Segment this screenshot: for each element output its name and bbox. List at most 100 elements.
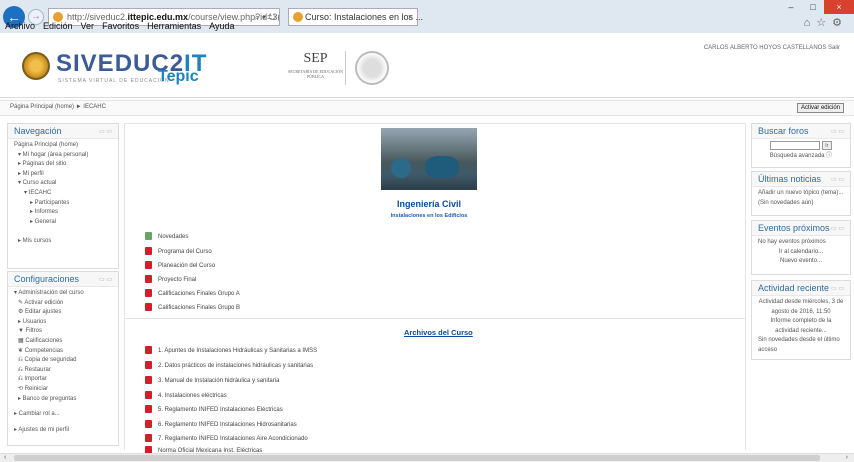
- scroll-left-icon[interactable]: ‹: [4, 454, 6, 461]
- resource-label: Calificaciones Finales Grupo B: [158, 305, 241, 311]
- no-events-text: No hay eventos próximos: [758, 239, 826, 245]
- siveduc-logo-icon[interactable]: [22, 52, 50, 80]
- no-news-text: (Sin novedades aún): [758, 199, 814, 206]
- user-info[interactable]: CARLOS ALBERTO HOYOS CASTELLANOS Salir: [704, 45, 840, 51]
- nav-item[interactable]: [14, 227, 112, 237]
- settings-item[interactable]: ❦ Competencias: [14, 347, 112, 357]
- resource-label: 3. Manual de Instalación hidráulica y sa…: [158, 378, 280, 384]
- resource-label: Calificaciones Finales Grupo A: [158, 291, 240, 297]
- course-resource[interactable]: Calificaciones Finales Grupo B: [145, 303, 240, 313]
- course-resource[interactable]: Programa del Curso: [145, 247, 212, 257]
- forum-search-input[interactable]: [770, 141, 821, 150]
- block-controls-icon[interactable]: ▭ ▭: [831, 224, 844, 235]
- calendar-link[interactable]: Ir al calendario...: [758, 248, 844, 258]
- course-image: [381, 128, 477, 190]
- archive-resource[interactable]: 6. Reglamento INIFED Instalaciones Hidro…: [145, 420, 297, 430]
- block-controls-icon[interactable]: ▭ ▭: [99, 275, 112, 286]
- pdf-icon: [145, 275, 152, 284]
- archive-resource[interactable]: 2. Datos prácticos de instalaciones hidr…: [145, 361, 313, 371]
- menu-herramientas[interactable]: Herramientas: [147, 20, 201, 33]
- resource-label: Proyecto Final: [158, 277, 197, 283]
- archive-resource[interactable]: 1. Apuntes de Instalaciones Hidráulicas …: [145, 346, 317, 356]
- settings-item[interactable]: ▾ Administración del curso: [14, 289, 112, 299]
- events-block: Eventos próximos ▭ ▭ No hay eventos próxi…: [751, 220, 851, 275]
- nav-item[interactable]: ▾ Curso actual: [14, 179, 112, 189]
- settings-item[interactable]: ▼ Filtros: [14, 327, 112, 337]
- nav-item[interactable]: ▸ Mis cursos: [14, 237, 112, 247]
- forum-search-button[interactable]: Ir: [821, 141, 832, 150]
- nav-item[interactable]: ▸ General: [14, 218, 112, 228]
- activate-edit-button[interactable]: Activar edición: [796, 103, 844, 113]
- nav-item[interactable]: ▸ Páginas del sitio: [14, 160, 112, 170]
- course-resource[interactable]: Proyecto Final: [145, 275, 196, 285]
- horizontal-scrollbar[interactable]: ‹ ›: [0, 453, 854, 462]
- minimize-button[interactable]: –: [780, 0, 802, 14]
- settings-item[interactable]: ▦ Calificaciones: [14, 337, 112, 347]
- maximize-button[interactable]: □: [802, 0, 824, 14]
- close-window-button[interactable]: ×: [824, 0, 854, 14]
- settings-item[interactable]: ⟲ Reiniciar: [14, 385, 112, 395]
- resource-label: 5. Reglamento INIFED Instalaciones Eléct…: [158, 407, 283, 413]
- search-forums-block: Buscar foros ▭ ▭ Ir Búsqueda avanzada ⓘ: [751, 123, 851, 168]
- archive-title[interactable]: Archivos del Curso: [404, 328, 473, 337]
- menu-ver[interactable]: Ver: [81, 20, 95, 33]
- settings-item[interactable]: ✎ Activar edición: [14, 299, 112, 309]
- events-title: Eventos próximos ▭ ▭: [752, 221, 850, 236]
- nav-item[interactable]: ▸ Participantes: [14, 199, 112, 209]
- full-report-link[interactable]: Informe completo de la actividad recient…: [758, 317, 844, 336]
- pdf-icon: [145, 391, 152, 400]
- archive-resource[interactable]: 5. Reglamento INIFED Instalaciones Eléct…: [145, 405, 283, 415]
- course-resource[interactable]: Planeación del Curso: [145, 261, 215, 271]
- news-title: Últimas noticias ▭ ▭: [752, 172, 850, 187]
- settings-bottom-item[interactable]: ▸ Cambiar rol a...: [14, 410, 112, 420]
- news-block: Últimas noticias ▭ ▭ Añadir un nuevo tópi…: [751, 171, 851, 216]
- course-resource[interactable]: Novedades: [145, 232, 188, 242]
- sep-logo: SEP SECRETARÍA DE EDUCACIÓN PÚBLICA: [286, 51, 346, 85]
- nav-item[interactable]: ▾ Mi hogar (área personal): [14, 151, 112, 161]
- nav-item[interactable]: ▸ Mi perfil: [14, 170, 112, 180]
- pdf-icon: [145, 346, 152, 355]
- nav-item[interactable]: ▸ Informes: [14, 208, 112, 218]
- block-controls-icon[interactable]: ▭ ▭: [99, 127, 112, 138]
- menu-ayuda[interactable]: Ayuda: [209, 20, 234, 33]
- settings-item[interactable]: ⚙ Editar ajustes: [14, 308, 112, 318]
- navigation-block: Navegación ▭ ▭ Página Principal (home) ▾ M…: [7, 123, 119, 269]
- archive-resource[interactable]: 4. Instalaciones eléctricas: [145, 391, 227, 401]
- scroll-thumb[interactable]: [14, 455, 820, 461]
- add-topic-link[interactable]: Añadir un nuevo tópico (tema)...: [758, 189, 844, 199]
- nav-item[interactable]: Página Principal (home): [14, 141, 112, 151]
- settings-bottom-item[interactable]: ▸ Ajustes de mi perfil: [14, 426, 112, 436]
- block-controls-icon[interactable]: ▭ ▭: [831, 175, 844, 186]
- course-subtitle: Instalaciones en los Edificios: [390, 213, 468, 219]
- activity-since-text: Actividad desde miércoles, 3 de agosto d…: [758, 299, 844, 315]
- scroll-right-icon[interactable]: ›: [846, 454, 848, 461]
- window-controls: – □ ×: [780, 0, 854, 14]
- settings-item[interactable]: ⎌ Restaurar: [14, 366, 112, 376]
- browser-tools-icons[interactable]: ⌂☆⚙: [804, 16, 848, 29]
- breadcrumb[interactable]: Página Principal (home) ► IECAHC: [10, 104, 106, 110]
- brand-tepic: Tepic: [158, 68, 199, 85]
- settings-item[interactable]: ⎌ Copia de seguridad: [14, 356, 112, 366]
- settings-item[interactable]: ⎌ Importar: [14, 375, 112, 385]
- course-resource[interactable]: Calificaciones Finales Grupo A: [145, 289, 240, 299]
- advanced-search-link[interactable]: Búsqueda avanzada ⓘ: [758, 152, 844, 162]
- recent-activity-block: Actividad reciente ▭ ▭ Actividad desde mi…: [751, 280, 851, 360]
- block-controls-icon[interactable]: ▭ ▭: [831, 127, 844, 138]
- archive-resource[interactable]: 3. Manual de Instalación hidráulica y sa…: [145, 376, 279, 386]
- breadcrumb-bar: [0, 100, 854, 116]
- new-event-link[interactable]: Nuevo evento...: [758, 257, 844, 267]
- pdf-icon: [145, 376, 152, 385]
- recent-title: Actividad reciente ▭ ▭: [752, 281, 850, 296]
- section-divider: [124, 318, 746, 319]
- navigation-title: Navegación ▭ ▭: [8, 124, 118, 139]
- resource-label: Planeación del Curso: [158, 263, 216, 269]
- settings-item[interactable]: ▸ Usuarios: [14, 318, 112, 328]
- settings-item[interactable]: ▸ Banco de preguntas: [14, 395, 112, 405]
- nav-item[interactable]: ▾ IECAHC: [14, 189, 112, 199]
- pdf-icon: [145, 405, 152, 414]
- menu-edicion[interactable]: Edición: [43, 20, 73, 33]
- archive-resource[interactable]: 7. Reglamento INIFED Instalaciones Aire …: [145, 434, 308, 444]
- menu-favoritos[interactable]: Favoritos: [102, 20, 139, 33]
- block-controls-icon[interactable]: ▭ ▭: [831, 284, 844, 295]
- menu-archivo[interactable]: Archivo: [5, 20, 35, 33]
